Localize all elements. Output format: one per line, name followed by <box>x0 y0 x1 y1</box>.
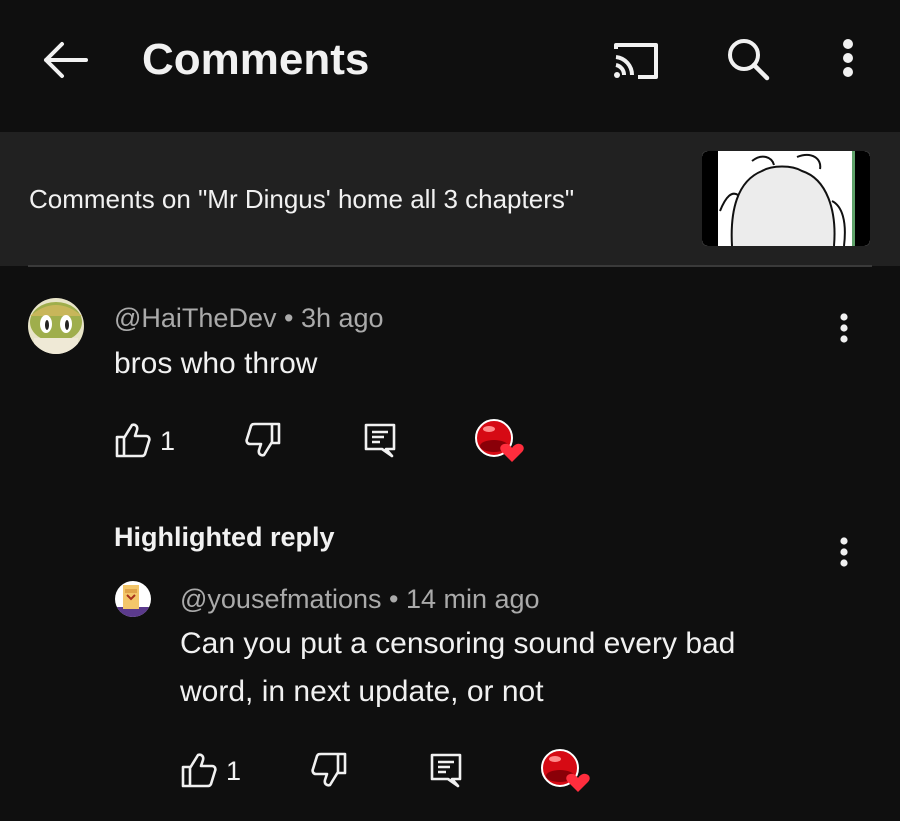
avatar[interactable] <box>28 298 84 354</box>
avatar-image <box>28 298 84 354</box>
thumb-down-icon <box>311 752 347 787</box>
reply-action-menu-button[interactable] <box>826 530 862 574</box>
creator-heart-icon <box>475 419 524 462</box>
reply-text: Can you put a censoring sound every bad … <box>180 620 735 716</box>
comment-time: 3h ago <box>300 303 384 333</box>
reply-dislike-button[interactable] <box>308 750 350 790</box>
comment-text: bros who throw <box>114 347 318 380</box>
thumb-up-icon <box>115 423 151 458</box>
back-button[interactable] <box>38 38 92 82</box>
thumbnail-image <box>702 151 870 246</box>
search-icon <box>728 39 770 81</box>
comment-meta: @HaiTheDev • 3h ago <box>114 301 384 335</box>
creator-heart-badge <box>474 418 526 466</box>
reply-meta: @yousefmations • 14 min ago <box>180 582 540 616</box>
video-thumbnail[interactable] <box>702 151 870 246</box>
cast-button[interactable] <box>606 36 666 84</box>
search-button[interactable] <box>720 34 776 84</box>
more-options-button[interactable] <box>830 36 866 80</box>
reply-button[interactable] <box>360 420 400 460</box>
meta-separator: • <box>381 584 406 614</box>
reply-author[interactable]: @yousefmations <box>180 584 382 614</box>
comment-action-menu-button[interactable] <box>826 306 862 350</box>
cast-icon <box>614 43 658 79</box>
thumb-down-icon <box>245 422 281 457</box>
avatar-image <box>115 581 151 617</box>
like-count: 1 <box>160 426 176 456</box>
reply-like-count: 1 <box>226 756 242 786</box>
comment-reply-icon <box>364 423 396 458</box>
reply-like-button[interactable] <box>178 750 220 790</box>
comment-author[interactable]: @HaiTheDev <box>114 303 276 333</box>
dislike-button[interactable] <box>242 420 284 460</box>
video-context-text: Comments on "Mr Dingus' home all 3 chapt… <box>29 184 575 214</box>
arrow-left-icon <box>44 42 88 78</box>
avatar[interactable] <box>115 581 151 617</box>
thumb-up-icon <box>181 753 217 788</box>
creator-heart-icon <box>541 749 590 792</box>
page-title: Comments <box>142 35 370 84</box>
comment-reply-icon <box>430 753 462 788</box>
banner-divider <box>28 265 872 267</box>
reply-text-line-2: word, in next update, or not <box>180 675 544 708</box>
more-vert-icon <box>843 39 853 77</box>
highlighted-reply-label: Highlighted reply <box>114 522 335 552</box>
more-vert-icon <box>840 313 848 343</box>
meta-separator: • <box>276 303 301 333</box>
reply-text-line-1: Can you put a censoring sound every bad <box>180 627 736 660</box>
more-vert-icon <box>840 537 848 567</box>
creator-heart-badge <box>540 748 592 796</box>
reply-reply-button[interactable] <box>426 750 466 790</box>
like-button[interactable] <box>112 420 154 460</box>
reply-time: 14 min ago <box>405 584 540 614</box>
